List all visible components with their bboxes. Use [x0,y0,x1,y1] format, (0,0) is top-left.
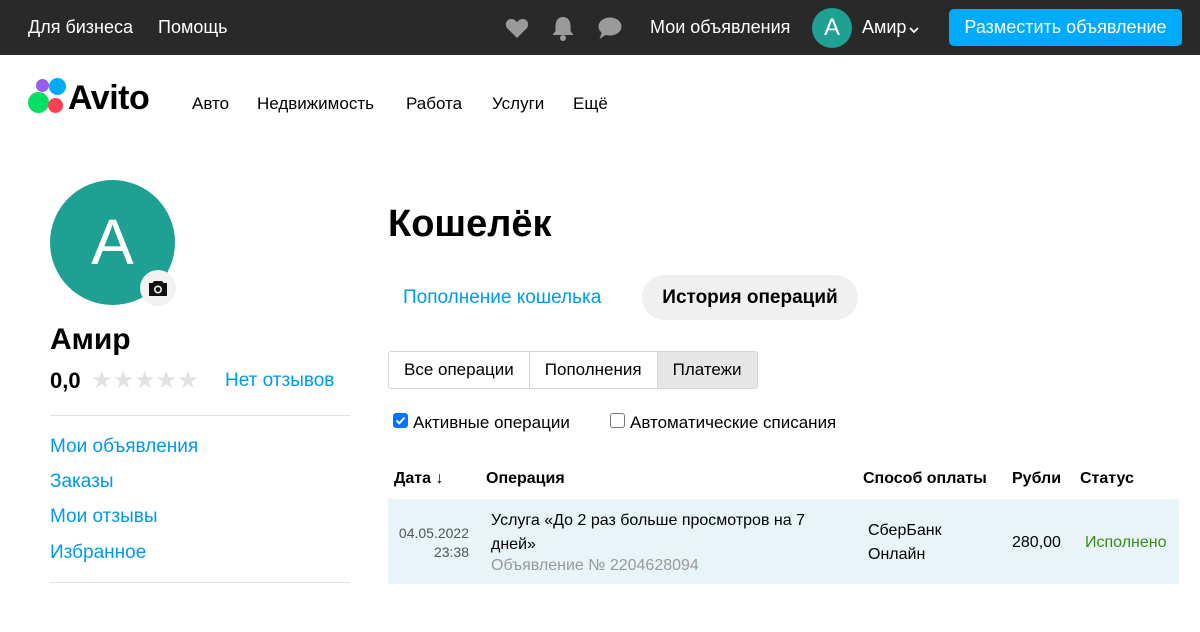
logo-text: Avito [68,79,150,117]
profile-name: Амир [50,323,131,356]
star-icon: ★ [134,367,156,394]
side-link-my-ads[interactable]: Мои объявления [50,436,198,458]
operation-filter: Все операции Пополнения Платежи [388,351,758,389]
my-ads-link[interactable]: Мои объявления [650,17,790,38]
divider [50,582,350,583]
nav-realty[interactable]: Недвижимость [257,94,374,114]
tab-history[interactable]: История операций [642,275,858,320]
nav-auto[interactable]: Авто [192,94,229,114]
heart-icon[interactable] [503,14,531,42]
nav-services[interactable]: Услуги [492,94,544,114]
operation-amount: 280,00 [1012,534,1061,551]
status-badge: Исполнено [1085,534,1167,551]
column-header-operation: Операция [486,470,565,487]
avatar[interactable]: А [812,8,852,48]
column-header-date[interactable]: Дата ↓ [394,470,443,488]
checkbox-checked-icon[interactable] [393,413,408,428]
star-icon: ★ [112,367,135,394]
chevron-down-icon[interactable] [908,22,920,34]
help-link[interactable]: Помощь [158,17,228,38]
side-link-favorites[interactable]: Избранное [50,542,146,564]
side-link-orders[interactable]: Заказы [50,471,114,493]
filter-all[interactable]: Все операции [388,351,530,389]
operation-date: 04.05.2022 23:38 [395,524,469,562]
filter-topups[interactable]: Пополнения [529,351,658,389]
star-icon: ★ [91,367,113,394]
checkbox-label: Автоматические списания [630,413,837,432]
checkbox-unchecked-icon[interactable] [610,413,625,428]
operation-title: Услуга «До 2 раз больше просмотров на 7 … [491,512,805,553]
date-value: 04.05.2022 [398,525,469,541]
divider [50,415,350,416]
business-link[interactable]: Для бизнеса [28,17,133,38]
reviews-link[interactable]: Нет отзывов [225,370,334,392]
page-title: Кошелёк [388,203,552,245]
column-header-amount: Рубли [1012,470,1062,487]
logo-dot-green [28,92,49,113]
nav-jobs[interactable]: Работа [406,94,462,114]
chat-icon[interactable] [596,14,624,42]
rating-stars: ★★★★★ [91,368,199,394]
logo-dot-purple [36,79,49,92]
rating-value: 0,0 [50,368,81,393]
bell-icon[interactable] [549,14,577,42]
checkbox-label: Активные операции [413,413,570,432]
time-value: 23:38 [433,544,469,560]
filter-payments[interactable]: Платежи [657,351,758,389]
payment-method: СберБанк Онлайн [868,522,942,563]
nav-more[interactable]: Ещё [573,94,608,114]
camera-icon [149,281,167,296]
column-header-payment: Способ оплаты [863,470,987,487]
operation-ad-ref: Объявление № 2204628094 [491,557,699,574]
tab-topup[interactable]: Пополнение кошелька [403,287,601,309]
user-menu[interactable]: Амир [862,17,906,38]
side-link-my-reviews[interactable]: Мои отзывы [50,506,157,528]
change-photo-button[interactable] [140,270,176,306]
avito-logo[interactable]: Avito [27,78,167,118]
logo-dot-blue [49,78,66,95]
logo-dot-red [48,98,63,113]
top-bar: Для бизнеса Помощь Мои объявления А Амир… [0,0,1200,55]
star-icon: ★ [155,367,178,394]
star-icon: ★ [177,367,199,394]
post-ad-button[interactable]: Разместить объявление [949,9,1182,46]
column-header-status: Статус [1080,470,1134,487]
